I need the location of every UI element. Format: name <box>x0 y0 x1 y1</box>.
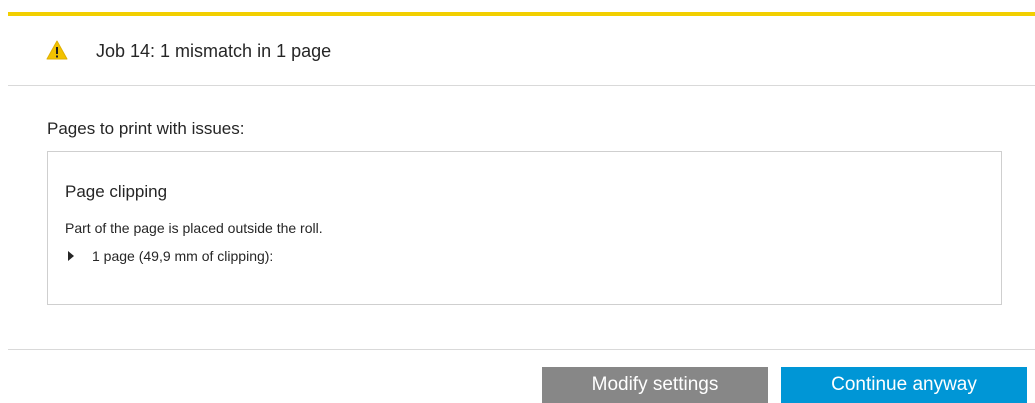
caret-right-icon <box>68 251 74 261</box>
issue-detail-text: 1 page (49,9 mm of clipping): <box>92 248 274 264</box>
dialog-title: Job 14: 1 mismatch in 1 page <box>96 41 332 61</box>
issues-section-label: Pages to print with issues: <box>47 119 245 138</box>
issue-detail-toggle[interactable]: 1 page (49,9 mm of clipping): <box>65 247 273 265</box>
modify-settings-button[interactable]: Modify settings <box>542 367 768 403</box>
mismatch-dialog: Job 14: 1 mismatch in 1 page Pages to pr… <box>0 0 1035 403</box>
issue-title: Page clipping <box>65 182 168 201</box>
issue-description: Part of the page is placed outside the r… <box>65 220 323 236</box>
issue-panel: Page clipping Part of the page is placed… <box>47 151 1002 305</box>
footer-divider <box>8 349 1035 350</box>
continue-anyway-button[interactable]: Continue anyway <box>781 367 1027 403</box>
warning-icon <box>46 40 68 60</box>
